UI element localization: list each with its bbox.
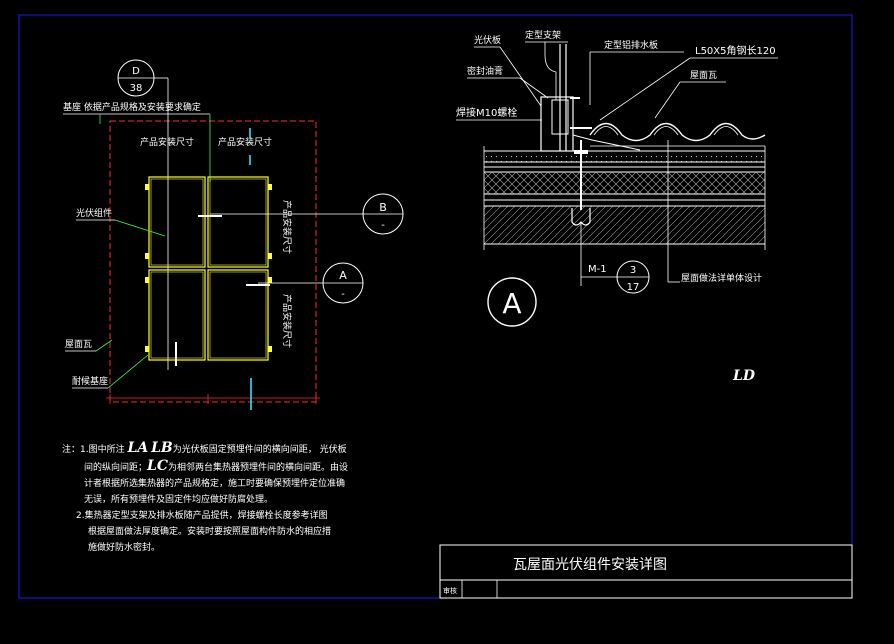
ref-3: 3: [630, 265, 636, 276]
section-marker-letter: A: [502, 287, 521, 320]
note-prefix: 注：: [62, 445, 81, 455]
note-line-5: 2.集热器定型支架及排水板随产品提供，焊接螺栓长度参考详图: [76, 511, 328, 521]
title-block: 瓦屋面光伏组件安装详图 审核: [439, 544, 853, 599]
drawing-title: 瓦屋面光伏组件安装详图: [513, 557, 667, 573]
ref-b-dash: -: [381, 220, 385, 231]
notes: 注：1.图中所注 LA LB为光伏板固定预埋件间的横向间距， 光伏板 间的纵向间…: [62, 440, 382, 556]
label-size-2: 产品安装尺寸: [218, 136, 272, 148]
ref-a-letter: A: [339, 269, 347, 282]
label-roof-tile: 屋面瓦: [65, 339, 92, 350]
label-ld: LD: [732, 368, 756, 384]
ref-17: 17: [627, 282, 640, 293]
label-bracket: 定型支架: [525, 29, 561, 41]
note-line-1: 注：1.图中所注 LA LB为光伏板固定预埋件间的横向间距， 光伏板: [62, 440, 382, 458]
ref-b-letter: B: [379, 201, 387, 214]
pv-panels: [148, 176, 269, 361]
label-angle-steel: L50X5角钢长120: [695, 44, 776, 57]
note-lc: LC: [147, 458, 169, 474]
ref-a-dash: -: [341, 289, 345, 300]
note-line-2: 间的纵向间距；LC为相邻两台集热器预埋件间的横向间距。由设: [62, 458, 382, 476]
note-lb: LB: [151, 440, 173, 456]
label-flashing: 定型铝排水板: [604, 39, 658, 51]
label-pv-module: 光伏组件: [76, 207, 112, 219]
ref-d-letter: D: [132, 66, 140, 77]
title-block-label: 审核: [443, 586, 457, 595]
label-sealant: 密封油膏: [467, 65, 503, 77]
note-2a: 间的纵向间距；: [84, 463, 148, 473]
label-size-1: 产品安装尺寸: [140, 136, 194, 148]
label-m1: M-1: [588, 264, 607, 275]
label-pv-panel: 光伏板: [474, 34, 501, 46]
note-line-4: 无误，所有预埋件及固定件均应做好防腐处理。: [84, 495, 274, 505]
plan-view: D 38 基座 依据产品规格及安装要求确定 产品安装尺寸 产品安装尺寸 产品安装…: [63, 59, 404, 410]
note-line-7: 施做好防水密封。: [88, 543, 161, 553]
note-line-3: 计者根据所选集热器的产品规格定，施工时要确保预埋件定位准确: [84, 479, 346, 489]
label-roof-design: 屋面做法详单体设计: [681, 272, 762, 284]
note-2b: 为相邻两台集热器预埋件间的横向间距。由设: [168, 463, 349, 473]
label-vert-size-1: 产品安装尺寸: [281, 200, 293, 254]
ref-d-number: 38: [130, 83, 143, 94]
section-view: 光伏板 定型支架 定型铝排水板 L50X5角钢长120 密封油膏 屋面瓦 焊接M…: [456, 29, 778, 384]
note-1b: 为光伏板固定预埋件间的横向间距， 光伏板: [172, 445, 347, 455]
label-vert-size-2: 产品安装尺寸: [281, 294, 293, 348]
label-weld-bolt: 焊接M10螺栓: [456, 106, 517, 119]
label-section-tile: 屋面瓦: [690, 70, 717, 81]
note-1a: 1.图中所注: [80, 445, 125, 455]
note-line-6: 根据屋面做法厚度确定。安装时要按照屋面构件防水的相应措: [88, 527, 332, 537]
label-weather-base: 耐候基座: [72, 375, 108, 387]
label-base: 基座 依据产品规格及安装要求确定: [63, 101, 201, 113]
note-la: LA: [127, 440, 149, 456]
